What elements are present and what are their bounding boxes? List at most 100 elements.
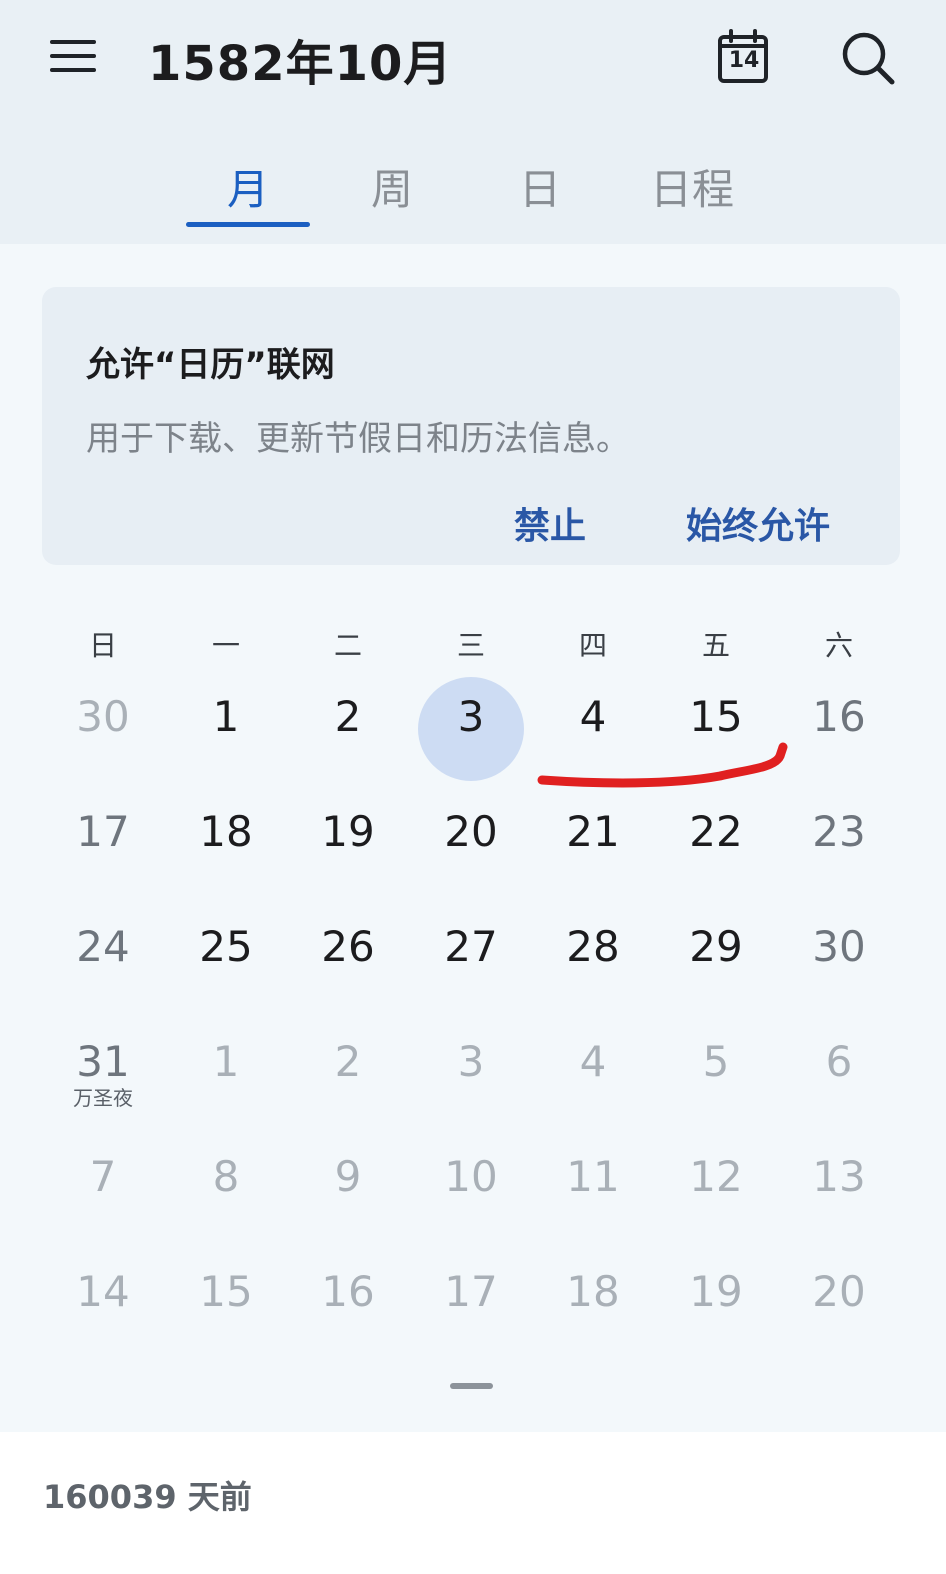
day-number: 15 (689, 692, 743, 741)
day-number: 20 (812, 1267, 866, 1316)
day-number: 11 (566, 1152, 620, 1201)
tab-day[interactable]: 日 (478, 156, 602, 217)
day-number: 25 (199, 922, 253, 971)
day-number: 30 (812, 922, 866, 971)
day-cell[interactable]: 28 (532, 922, 654, 972)
day-number: 9 (334, 1152, 362, 1201)
day-cell[interactable]: 6 (778, 1037, 900, 1087)
day-cell[interactable]: 31 万圣夜 (42, 1037, 164, 1109)
tab-schedule[interactable]: 日程 (630, 156, 754, 217)
day-cell[interactable]: 20 (410, 807, 532, 857)
tab-month[interactable]: 月 (186, 156, 310, 217)
day-cell[interactable]: 18 (165, 807, 287, 857)
always-allow-button[interactable]: 始终允许 (686, 497, 830, 549)
day-cell[interactable]: 1 (165, 692, 287, 742)
day-cell[interactable]: 9 (287, 1152, 409, 1202)
day-cell[interactable]: 3 (410, 1037, 532, 1087)
day-number: 10 (444, 1152, 498, 1201)
weekday-header: 日 (88, 629, 117, 662)
day-number: 4 (579, 1037, 607, 1086)
day-cell[interactable]: 2 (287, 1037, 409, 1087)
day-number: 2 (334, 692, 362, 741)
day-number: 26 (321, 922, 375, 971)
day-cell[interactable]: 4 (532, 692, 654, 742)
day-cell[interactable]: 18 (532, 1267, 654, 1317)
day-cell[interactable]: 16 (778, 692, 900, 742)
day-cell[interactable]: 17 (410, 1267, 532, 1317)
day-number: 17 (444, 1267, 498, 1316)
search-icon[interactable] (838, 28, 898, 88)
day-cell[interactable]: 26 (287, 922, 409, 972)
day-cell[interactable]: 16 (287, 1267, 409, 1317)
day-cell[interactable]: 27 (410, 922, 532, 972)
day-cell[interactable]: 7 (42, 1152, 164, 1202)
day-cell[interactable]: 8 (165, 1152, 287, 1202)
day-number: 18 (566, 1267, 620, 1316)
hamburger-menu-icon[interactable] (48, 34, 100, 78)
day-number: 31 (76, 1037, 130, 1086)
day-cell[interactable]: 19 (655, 1267, 777, 1317)
day-number: 13 (812, 1152, 866, 1201)
day-cell[interactable]: 24 (42, 922, 164, 972)
day-cell[interactable]: 15 (165, 1267, 287, 1317)
day-number: 14 (76, 1267, 130, 1316)
weekday-header: 二 (333, 629, 362, 662)
weekday-header: 四 (578, 629, 607, 662)
calendar-today-icon[interactable]: 14 (716, 28, 772, 84)
day-cell[interactable]: 13 (778, 1152, 900, 1202)
day-cell[interactable]: 2 (287, 692, 409, 742)
month-title[interactable]: 1582年10月 (148, 24, 452, 94)
weekday-header: 三 (456, 629, 485, 662)
day-cell[interactable]: 10 (410, 1152, 532, 1202)
app-header: 1582年10月 14 月 周 日 日程 (0, 0, 946, 244)
day-cell[interactable]: 14 (42, 1267, 164, 1317)
day-cell[interactable]: 25 (165, 922, 287, 972)
permission-description: 用于下载、更新节假日和历法信息。 (86, 419, 630, 459)
day-cell[interactable]: 21 (532, 807, 654, 857)
day-number: 3 (457, 692, 485, 741)
day-number: 24 (76, 922, 130, 971)
day-number: 8 (212, 1152, 240, 1201)
day-cell[interactable]: 29 (655, 922, 777, 972)
drag-handle[interactable] (450, 1383, 493, 1389)
day-cell[interactable]: 17 (42, 807, 164, 857)
day-cell[interactable]: 19 (287, 807, 409, 857)
tab-week[interactable]: 周 (330, 156, 454, 217)
day-cell[interactable]: 5 (655, 1037, 777, 1087)
day-cell[interactable]: 30 (42, 692, 164, 742)
day-cell[interactable]: 30 (778, 922, 900, 972)
network-permission-card: 允许“日历”联网 用于下载、更新节假日和历法信息。 禁止 始终允许 (42, 287, 900, 565)
active-tab-indicator (186, 222, 310, 227)
day-cell[interactable]: 11 (532, 1152, 654, 1202)
day-cell[interactable]: 20 (778, 1267, 900, 1317)
day-number: 19 (321, 807, 375, 856)
deny-button[interactable]: 禁止 (514, 497, 586, 549)
day-cell[interactable]: 15 (655, 692, 777, 742)
day-number: 12 (689, 1152, 743, 1201)
day-number: 27 (444, 922, 498, 971)
day-cell[interactable]: 23 (778, 807, 900, 857)
day-number: 1 (212, 692, 240, 741)
day-cell[interactable]: 1 (165, 1037, 287, 1087)
day-number: 6 (825, 1037, 853, 1086)
day-number: 2 (334, 1037, 362, 1086)
day-number: 16 (321, 1267, 375, 1316)
holiday-label: 万圣夜 (73, 1086, 133, 1110)
day-cell[interactable]: 4 (532, 1037, 654, 1087)
weekday-header: 五 (701, 629, 730, 662)
footer-bar: 160039 天前 (0, 1432, 946, 1574)
permission-title: 允许“日历”联网 (86, 345, 335, 385)
day-number: 5 (702, 1037, 730, 1086)
day-number: 19 (689, 1267, 743, 1316)
day-number: 30 (76, 692, 130, 741)
day-cell[interactable]: 22 (655, 807, 777, 857)
day-number: 17 (76, 807, 130, 856)
day-number: 15 (199, 1267, 253, 1316)
day-number: 21 (566, 807, 620, 856)
red-underline-annotation (537, 742, 788, 788)
day-number: 1 (212, 1037, 240, 1086)
day-cell[interactable]: 12 (655, 1152, 777, 1202)
selected-day-cell[interactable]: 3 (410, 692, 532, 742)
day-number: 4 (579, 692, 607, 741)
day-number: 7 (89, 1152, 117, 1201)
